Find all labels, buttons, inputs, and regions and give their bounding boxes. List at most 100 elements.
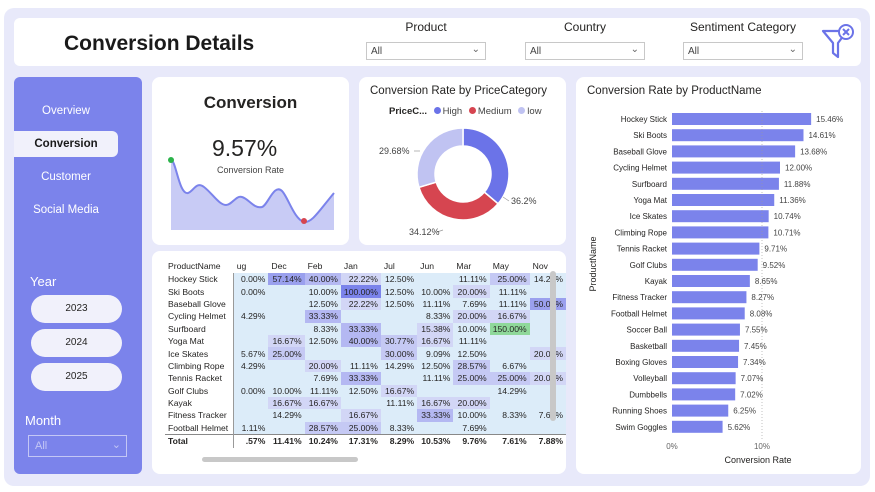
bar[interactable]: [672, 291, 747, 304]
bar[interactable]: [672, 275, 750, 287]
table-row[interactable]: Yoga Mat 16.67% 12.50% 40.00% 30.77% 16.67% 11…: [165, 334, 566, 348]
year-2024-button[interactable]: 2024: [31, 329, 122, 357]
matrix-header-ug[interactable]: ug: [234, 259, 269, 273]
nav-social-media[interactable]: Social Media: [14, 197, 118, 223]
table-cell: 50.00%: [529, 297, 566, 311]
nav-customer[interactable]: Customer: [14, 164, 118, 190]
table-cell: 11.11%: [453, 273, 490, 286]
matrix-header-may[interactable]: May: [490, 259, 530, 273]
table-row[interactable]: Hockey Stick 0.00% 57.14% 40.00% 22.22% 12.50…: [165, 273, 566, 286]
table-cell: 40.00%: [340, 334, 381, 348]
product-dropdown[interactable]: All ⌄: [366, 42, 486, 60]
table-cell: 11.11%: [489, 285, 530, 298]
category-label: Tennis Racket: [617, 245, 668, 254]
table-cell: [489, 347, 530, 360]
bar[interactable]: [672, 161, 780, 174]
table-cell: [380, 409, 418, 422]
matrix-header-jun[interactable]: Jun: [417, 259, 453, 273]
bar[interactable]: [672, 145, 796, 158]
bar-value-label: 7.55%: [745, 326, 768, 335]
bar[interactable]: [672, 388, 736, 401]
table-row[interactable]: Fitness Tracker 14.29% 16.67% 33.33% 10.00% 8…: [165, 409, 566, 422]
bar[interactable]: [672, 323, 740, 336]
country-slicer[interactable]: Country All ⌄: [525, 20, 645, 60]
table-cell: 28.57%: [304, 421, 341, 435]
conversion-matrix: ProductName ug Dec Feb Jan Jul Jun Mar May Nov Ho…: [165, 259, 566, 449]
matrix-header-dec[interactable]: Dec: [268, 259, 304, 273]
header-bar: Conversion Details Product All ⌄ Country …: [14, 18, 861, 66]
table-cell: 25.00%: [489, 372, 530, 385]
nav-conversion[interactable]: Conversion: [14, 131, 118, 157]
table-cell: 16.67%: [417, 396, 454, 410]
donut-slice-medium[interactable]: [418, 181, 500, 221]
sentiment-slicer[interactable]: Sentiment Category All ⌄: [683, 20, 803, 60]
matrix-header-mar[interactable]: Mar: [453, 259, 489, 273]
year-2023-button[interactable]: 2023: [31, 295, 122, 323]
country-dropdown[interactable]: All ⌄: [525, 42, 645, 60]
product-slicer[interactable]: Product All ⌄: [366, 20, 486, 60]
total-cell: .57%: [233, 433, 269, 449]
sentiment-dropdown[interactable]: All ⌄: [683, 42, 803, 60]
bar-value-label: 9.71%: [764, 245, 787, 254]
kpi-title: Conversion: [203, 93, 298, 112]
donut-slice-high[interactable]: [462, 127, 510, 205]
category-label: Running Shoes: [612, 407, 667, 416]
bar-value-label: 8.65%: [755, 277, 778, 286]
donut-legend: PriceC... High Medium low: [389, 106, 542, 117]
matrix-header-productname[interactable]: ProductName: [165, 259, 234, 273]
product-slicer-label: Product: [405, 20, 447, 34]
table-row[interactable]: Baseball Glove 12.50% 22.22% 12.50% 11.11% 7.…: [165, 297, 566, 311]
bar[interactable]: [672, 420, 723, 433]
table-cell: [529, 310, 566, 323]
year-2025-button[interactable]: 2025: [31, 363, 122, 391]
table-row[interactable]: Climbing Rope 4.29% 20.00% 11.11% 14.29% 12.5…: [165, 359, 566, 373]
bar[interactable]: [672, 242, 760, 255]
table-cell: 10.00%: [417, 285, 454, 298]
table-row[interactable]: Ski Boots 0.00% 10.00% 100.00% 12.50% 10.00% 2…: [165, 285, 566, 298]
table-cell: 10.00%: [453, 322, 490, 335]
bar[interactable]: [672, 113, 812, 125]
bar[interactable]: [672, 210, 769, 223]
donut-slice-low[interactable]: [416, 127, 464, 189]
nav-overview[interactable]: Overview: [14, 98, 118, 124]
matrix-header-jan[interactable]: Jan: [341, 259, 381, 273]
matrix-horizontal-scrollbar[interactable]: [202, 457, 358, 462]
donut-chart: 36.2% 34.12% 29.68%: [379, 127, 537, 237]
y-axis-title: ProductName: [588, 236, 598, 291]
table-cell: 14.29%: [380, 359, 418, 373]
table-row[interactable]: Golf Clubs 0.00% 10.00% 11.11% 12.50% 16.67% 1…: [165, 384, 566, 397]
table-row[interactable]: Kayak 16.67% 16.67% 11.11% 16.67% 20.00%: [165, 396, 566, 410]
bar[interactable]: [672, 372, 736, 385]
chevron-down-icon: ⌄: [630, 44, 639, 55]
bar[interactable]: [672, 258, 758, 271]
bar[interactable]: [672, 307, 745, 320]
table-row[interactable]: Ice Skates 5.67% 25.00% 30.00% 9.09% 12.50% 20…: [165, 347, 566, 360]
bar[interactable]: [672, 339, 740, 352]
bar[interactable]: [672, 404, 729, 417]
table-row[interactable]: Tennis Racket 7.69% 33.33% 11.11% 25.00% 25.0…: [165, 372, 566, 385]
matrix-vertical-scrollbar[interactable]: [550, 271, 556, 421]
table-row[interactable]: Football Helmet 1.11% 28.57% 25.00% 8.33% 7.6…: [165, 421, 566, 435]
clear-filter-icon[interactable]: [821, 23, 855, 63]
table-cell: 10.00%: [453, 409, 490, 422]
category-label: Hockey Stick: [621, 115, 668, 124]
matrix-header-jul[interactable]: Jul: [381, 259, 417, 273]
table-row[interactable]: Surfboard 8.33% 33.33% 15.38% 10.00% 150.00%: [165, 322, 566, 335]
bar[interactable]: [672, 356, 739, 368]
month-dropdown[interactable]: All ⌄: [28, 435, 127, 457]
matrix-header-nov[interactable]: Nov: [530, 259, 566, 273]
table-cell: [233, 322, 269, 335]
bar[interactable]: [672, 226, 769, 239]
category-label: Dumbbells: [629, 390, 667, 399]
bar[interactable]: [672, 177, 779, 190]
bar[interactable]: [672, 129, 804, 142]
bar[interactable]: [672, 194, 775, 206]
table-cell: [268, 372, 305, 385]
table-row[interactable]: Cycling Helmet 4.29% 33.33% 8.33% 20.00% 16.6…: [165, 310, 566, 323]
category-label: Golf Clubs: [630, 261, 667, 270]
category-label: Kayak: [645, 277, 668, 286]
chevron-down-icon: ⌄: [788, 44, 797, 55]
table-cell: 16.67%: [304, 396, 341, 410]
table-cell: [529, 396, 566, 410]
matrix-header-feb[interactable]: Feb: [305, 259, 341, 273]
